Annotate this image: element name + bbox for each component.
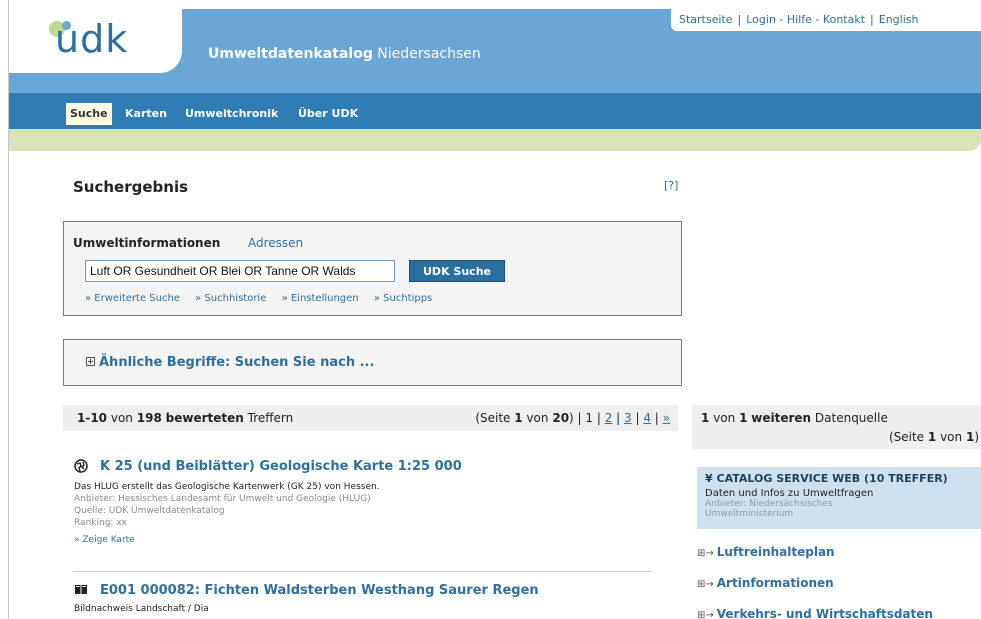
sources-page-von: von	[940, 430, 963, 444]
sources-page-pre: (Seite	[888, 430, 925, 444]
nav-umweltchronik[interactable]: Umweltchronik	[181, 103, 282, 125]
results-bewerteten: bewerteten	[165, 411, 244, 425]
pager-total: 20	[552, 411, 570, 425]
pager-seite: (Seite	[475, 411, 511, 425]
sources-page-close: )	[974, 430, 979, 444]
search-links: » Erweiterte Suche » Suchhistorie » Eins…	[85, 293, 444, 304]
result-anbieter: Anbieter: Hessisches Landesamt für Umwel…	[74, 494, 371, 504]
topic-label: Verkehrs- und Wirtschaftsdaten	[716, 607, 933, 619]
results-range: 1-10	[77, 411, 108, 425]
help-link[interactable]: [?]	[664, 179, 678, 192]
expand-plus-icon: +	[86, 357, 95, 366]
catalog-desc: Daten und Infos zu Umweltfragen	[705, 488, 874, 499]
pager-von: von	[526, 411, 549, 425]
window-top-edge	[0, 0, 981, 9]
topic-artinformationen[interactable]: ⊞→ Artinformationen	[697, 576, 834, 590]
result-quelle: Quelle: UDK Umweltdatenkatalog	[74, 506, 225, 516]
catalog-service-panel: ¥ CATALOG SERVICE WEB (10 TREFFER) Daten…	[697, 467, 981, 529]
result-title-link[interactable]: K 25 (und Beiblätter) Geologische Karte …	[100, 459, 462, 474]
link-suchhistorie[interactable]: » Suchhistorie	[195, 293, 266, 304]
link-kontakt[interactable]: Kontakt	[823, 13, 865, 26]
arrow-right-icon: ⊞→	[697, 579, 714, 590]
separator: |	[870, 13, 874, 26]
dash: -	[779, 13, 784, 26]
topic-verkehrsdaten[interactable]: ⊞→ Verkehrs- und Wirtschaftsdaten	[697, 607, 933, 619]
nav-karten[interactable]: Karten	[121, 103, 171, 125]
pagination: (Seite 1 von 20) | 1 | 2 | 3 | 4 | »	[475, 411, 670, 425]
zeige-karte-link[interactable]: » Zeige Karte	[74, 535, 135, 545]
topic-luftreinhalteplan[interactable]: ⊞→ Luftreinhalteplan	[697, 545, 835, 559]
link-startseite[interactable]: Startseite	[679, 13, 733, 26]
result-divider	[73, 571, 651, 572]
link-hilfe[interactable]: Hilfe	[787, 13, 812, 26]
other-sources-summary: 1 von 1 weiteren Datenquelle (Seite 1 vo…	[692, 405, 981, 449]
result-description: Das HLUG erstellt das Geologische Karten…	[74, 482, 380, 492]
similar-terms-link[interactable]: + Ähnliche Begriffe: Suchen Sie nach ...	[86, 354, 374, 370]
sources-page-num: 1	[927, 430, 937, 444]
sources-num: 1	[701, 411, 710, 425]
logo-text: udk	[55, 17, 129, 61]
results-von: von	[110, 411, 133, 425]
similar-terms-label: Ähnliche Begriffe: Suchen Sie nach ...	[99, 355, 375, 370]
tab-umweltinformationen[interactable]: Umweltinformationen	[73, 236, 220, 250]
action-label: Zeige Karte	[82, 535, 135, 545]
collapse-chevron-icon: ¥	[705, 472, 713, 485]
window-left-edge	[0, 0, 9, 619]
arrow-right-icon: ⊞→	[697, 610, 714, 619]
sources-count: 1	[739, 411, 748, 425]
link-label: Erweiterte Suche	[94, 293, 180, 304]
link-login[interactable]: Login	[746, 13, 776, 26]
catalog-anbieter: Anbieter: Niedersächsisches	[705, 499, 833, 509]
link-erweiterte-suche[interactable]: » Erweiterte Suche	[85, 293, 180, 304]
result-title-link[interactable]: E001 000082: Fichten Waldsterben Westhan…	[100, 583, 539, 598]
page-title: Suchergebnis	[73, 178, 189, 196]
catalog-anbieter-2: Umweltministerium	[705, 509, 794, 519]
link-english[interactable]: English	[879, 13, 919, 26]
book-icon	[74, 583, 88, 597]
tab-adressen[interactable]: Adressen	[248, 236, 303, 250]
page-1: 1	[585, 411, 594, 425]
results-treffern: Treffern	[247, 411, 294, 425]
sources-label: Datenquelle	[814, 411, 888, 425]
nav-ueber-udk[interactable]: Über UDK	[294, 103, 362, 125]
results-total: 198	[136, 411, 162, 425]
site-title-rest: Niedersachsen	[377, 46, 481, 62]
site-title-bold: Umweltdatenkatalog	[208, 46, 373, 62]
results-summary: 1-10 von 198 bewerteten Treffern (Seite …	[63, 405, 678, 431]
link-label: Einstellungen	[290, 293, 359, 304]
nav-suche[interactable]: Suche	[66, 103, 112, 125]
logo[interactable]: udk	[9, 9, 182, 73]
sources-pagination: (Seite 1 von 1)	[889, 430, 979, 444]
globe-icon	[74, 459, 88, 473]
site-title: Umweltdatenkatalog Niedersachsen	[208, 46, 481, 62]
page-2-link[interactable]: 2	[605, 411, 613, 425]
search-input[interactable]: Luft OR Gesundheit OR Blei OR Tanne OR W…	[85, 260, 395, 282]
page-3-link[interactable]: 3	[624, 411, 632, 425]
page-4-link[interactable]: 4	[643, 411, 651, 425]
top-links: Startseite | Login - Hilfe - Kontakt | Engli…	[671, 9, 981, 31]
sources-von: von	[713, 411, 736, 425]
link-label: Suchhistorie	[204, 293, 267, 304]
dash: -	[815, 13, 820, 26]
catalog-service-link[interactable]: ¥ CATALOG SERVICE WEB (10 TREFFER)	[705, 472, 981, 485]
search-button[interactable]: UDK Suche	[409, 260, 505, 282]
result-ranking: Ranking: xx	[74, 518, 127, 528]
link-label: Suchtipps	[383, 293, 433, 304]
separator: |	[737, 13, 742, 26]
pager-current: 1	[514, 411, 523, 425]
link-einstellungen[interactable]: » Einstellungen	[282, 293, 359, 304]
pager-close: )	[569, 411, 574, 425]
topic-label: Luftreinhalteplan	[716, 545, 835, 559]
page-next-link[interactable]: »	[663, 411, 670, 425]
result-description: Bildnachweis Landschaft / Dia	[74, 604, 209, 614]
topic-label: Artinformationen	[716, 576, 834, 590]
arrow-right-icon: ⊞→	[697, 548, 714, 559]
green-band	[9, 129, 981, 151]
link-suchtipps[interactable]: » Suchtipps	[374, 293, 432, 304]
catalog-title: CATALOG SERVICE WEB (10 TREFFER)	[716, 472, 948, 485]
sources-weiteren: weiteren	[751, 411, 812, 425]
